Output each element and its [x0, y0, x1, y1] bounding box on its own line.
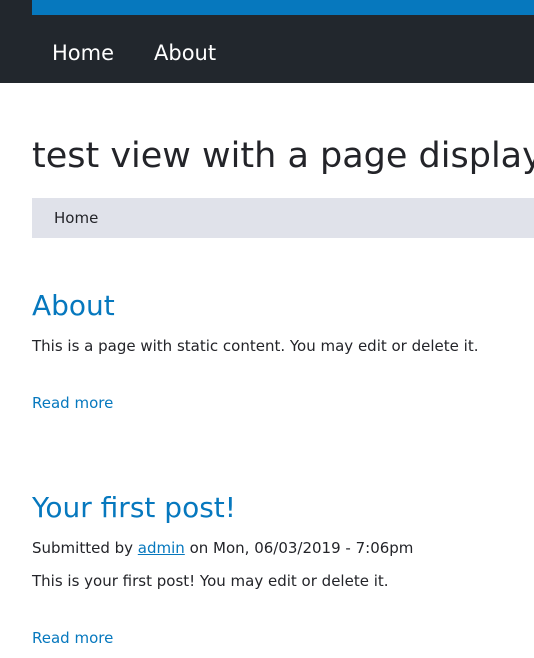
author-link[interactable]: admin: [138, 539, 185, 557]
site-header: Home About: [0, 0, 534, 83]
breadcrumb-link-home[interactable]: Home: [54, 198, 98, 238]
page-title: test view with a page display: [32, 136, 534, 176]
nav-link-about[interactable]: About: [154, 38, 216, 68]
read-more-link[interactable]: Read more: [32, 392, 113, 414]
node-body: This is a page with static content. You …: [32, 337, 479, 355]
submitted-info: Submitted by admin on Mon, 06/03/2019 - …: [32, 537, 413, 559]
node-title-link[interactable]: Your first post!: [32, 490, 236, 526]
site-branding-strip: [32, 0, 534, 15]
node-title-link[interactable]: About: [32, 288, 115, 324]
submitted-prefix: Submitted by: [32, 539, 134, 557]
nav-link-home[interactable]: Home: [52, 38, 114, 68]
breadcrumb: Home: [32, 198, 534, 238]
node-body: This is your first post! You may edit or…: [32, 572, 389, 590]
submitted-date: on Mon, 06/03/2019 - 7:06pm: [189, 539, 414, 557]
main-navigation: Home About: [52, 38, 216, 68]
read-more-link[interactable]: Read more: [32, 627, 113, 649]
